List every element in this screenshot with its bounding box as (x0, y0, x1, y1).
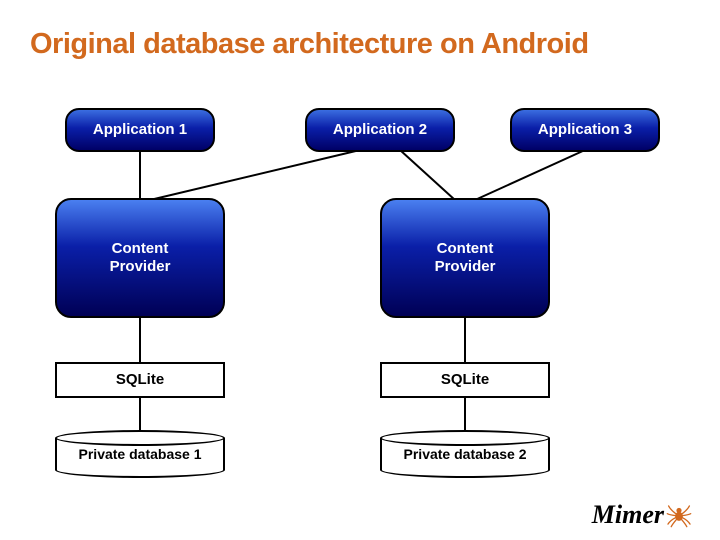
content-provider-2-box: Content Provider (380, 198, 550, 318)
sqlite-1-box: SQLite (55, 362, 225, 398)
private-db-1-label: Private database 1 (79, 446, 202, 462)
mimer-logo: Mimer (592, 500, 692, 530)
private-db-2-cylinder: Private database 2 (380, 430, 550, 478)
slide-title: Original database architecture on Androi… (30, 28, 589, 61)
sqlite-2-box: SQLite (380, 362, 550, 398)
private-db-2-label: Private database 2 (404, 446, 527, 462)
logo-text: Mimer (592, 500, 664, 530)
application-1-box: Application 1 (65, 108, 215, 152)
spider-icon (666, 502, 692, 528)
content-provider-1-box: Content Provider (55, 198, 225, 318)
application-3-box: Application 3 (510, 108, 660, 152)
diagram-stage: Original database architecture on Androi… (0, 0, 720, 540)
private-db-1-cylinder: Private database 1 (55, 430, 225, 478)
application-2-box: Application 2 (305, 108, 455, 152)
